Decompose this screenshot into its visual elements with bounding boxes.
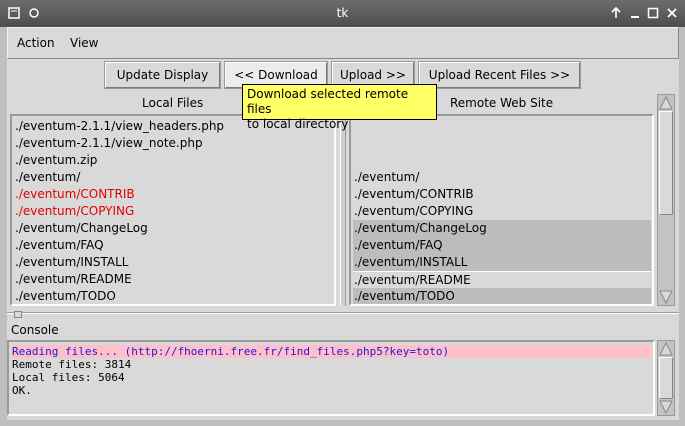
- minimize-icon[interactable]: [628, 6, 642, 20]
- list-item[interactable]: ./eventum/CONTRIB: [14, 186, 135, 203]
- shade-up-icon[interactable]: [609, 6, 623, 20]
- window-frame-bottom: [0, 420, 685, 426]
- console-output[interactable]: Reading files... (http://fhoerni.free.fr…: [7, 340, 655, 416]
- list-item[interactable]: ./eventum/README: [14, 271, 132, 288]
- list-item[interactable]: ./eventum/FAQ: [14, 237, 104, 254]
- list-item[interactable]: ./eventum-2.1.1/view_headers.php: [14, 118, 224, 135]
- list-item[interactable]: ./eventum-2.1.1/view_note.php: [14, 135, 203, 152]
- menu-action[interactable]: Action: [17, 36, 55, 50]
- upload-recent-files-button[interactable]: Upload Recent Files >>: [418, 61, 581, 89]
- scroll-up-icon[interactable]: [659, 341, 673, 356]
- window-frame-right: [679, 27, 685, 426]
- list-item[interactable]: ./eventum/CONTRIB: [353, 186, 651, 203]
- list-item[interactable]: ./eventum/ChangeLog: [14, 220, 148, 237]
- list-item[interactable]: ./eventum/COPYING: [14, 203, 134, 220]
- list-item[interactable]: ./eventum/TODO: [14, 288, 116, 304]
- console-label: Console: [11, 323, 59, 337]
- list-item[interactable]: ./eventum/INSTALL: [14, 254, 128, 271]
- console-line: Remote files: 3814: [12, 358, 132, 371]
- scrollbar-thumb[interactable]: [659, 357, 673, 399]
- list-item[interactable]: [353, 152, 354, 169]
- local-files-header: Local Files: [142, 96, 204, 110]
- local-files-list[interactable]: ./eventum-2.1.1/view_headers.php ./event…: [10, 114, 336, 306]
- update-display-button[interactable]: Update Display: [104, 61, 221, 89]
- vertical-pane-separator[interactable]: [7, 308, 679, 314]
- menu-view[interactable]: View: [70, 36, 98, 50]
- list-item-selected[interactable]: ./eventum/INSTALL: [353, 254, 651, 271]
- pane-divider[interactable]: [340, 114, 346, 306]
- close-icon[interactable]: [665, 6, 679, 20]
- list-item[interactable]: [353, 135, 354, 152]
- pane-sash-handle[interactable]: [14, 311, 22, 318]
- console-scrollbar[interactable]: [657, 340, 675, 416]
- remote-web-site-header: Remote Web Site: [450, 96, 554, 110]
- console-line: Local files: 5064: [12, 371, 125, 384]
- list-item[interactable]: ./eventum/: [353, 169, 651, 186]
- scroll-up-icon[interactable]: [659, 95, 673, 110]
- list-item-selected[interactable]: ./eventum/FAQ: [353, 237, 651, 254]
- download-tooltip: Download selected remote files to local …: [242, 84, 437, 131]
- title-bar[interactable]: tk: [0, 0, 685, 27]
- console-line: Reading files... (http://fhoerni.free.fr…: [12, 345, 652, 358]
- window-frame-left: [0, 27, 7, 426]
- list-item-selected[interactable]: ./eventum/TODO: [353, 288, 651, 304]
- list-item[interactable]: ./eventum.zip: [14, 152, 97, 169]
- window-title: tk: [336, 6, 349, 20]
- menu-bar: Action View: [7, 27, 679, 59]
- remote-files-list[interactable]: ./eventum/ ./eventum/CONTRIB ./eventum/C…: [349, 114, 654, 306]
- scrollbar-thumb[interactable]: [659, 111, 673, 215]
- list-item[interactable]: ./eventum/COPYING: [353, 203, 651, 220]
- scroll-down-icon[interactable]: [659, 400, 673, 415]
- list-item-selected[interactable]: ./eventum/ChangeLog: [353, 220, 651, 237]
- scroll-down-icon[interactable]: [659, 290, 673, 305]
- tooltip-line-2: to local directory: [247, 117, 349, 131]
- tooltip-line-1: Download selected remote files: [247, 87, 409, 116]
- list-item[interactable]: ./eventum/README: [353, 271, 651, 289]
- list-item[interactable]: ./eventum/: [14, 169, 80, 186]
- remote-scrollbar[interactable]: [657, 94, 675, 306]
- maximize-icon[interactable]: [646, 6, 660, 20]
- console-line: OK.: [12, 384, 32, 397]
